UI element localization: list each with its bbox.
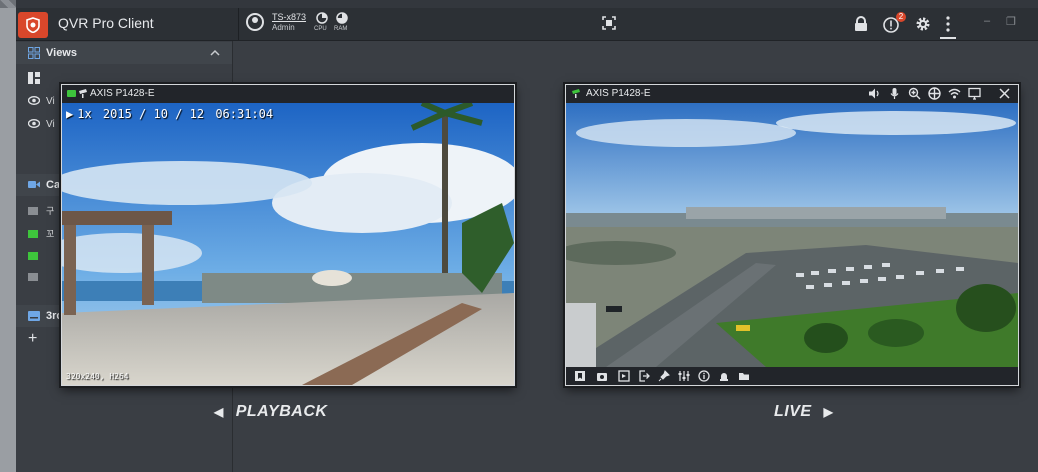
snapshot-icon[interactable] xyxy=(596,370,608,382)
view-item-1[interactable]: Vi xyxy=(46,96,55,107)
bookmark-icon[interactable] xyxy=(574,370,586,382)
camera-name: AXIS P1428-E xyxy=(586,88,651,99)
instant-playback-icon[interactable] xyxy=(618,370,630,382)
camera-status-icon xyxy=(28,207,38,215)
adjust-icon[interactable] xyxy=(678,370,690,382)
playback-video[interactable]: ▶ 1x 2015 / 10 / 12 06:31:04 320x240, H26… xyxy=(62,103,514,385)
user-icon[interactable] xyxy=(246,13,264,31)
export-icon[interactable] xyxy=(638,370,650,382)
playback-date: 2015 / 10 / 12 xyxy=(102,107,205,121)
add-icon[interactable]: + xyxy=(28,331,37,347)
recording-status-icon xyxy=(28,252,38,260)
gear-icon[interactable] xyxy=(914,15,932,33)
ram-label: RAM xyxy=(334,26,348,32)
folder-icon[interactable] xyxy=(738,370,750,382)
camera-item-2[interactable]: 꼬 xyxy=(46,227,54,240)
info-icon[interactable] xyxy=(698,370,710,382)
title-bar: QVR Pro Client TS-x873 Admin CPU RAM 2 –… xyxy=(16,8,1038,41)
playback-header: AXIS P1428-E xyxy=(62,85,514,103)
cpu-gauge-icon xyxy=(316,12,328,24)
eye-icon xyxy=(28,119,40,128)
menu-underline xyxy=(940,37,956,39)
wifi-icon[interactable] xyxy=(948,87,961,100)
playback-speed: 1x xyxy=(77,107,92,121)
app-title: QVR Pro Client xyxy=(58,15,154,31)
notification-badge: 2 xyxy=(896,12,906,22)
views-label: Views xyxy=(46,47,77,59)
app-window: QVR Pro Client TS-x873 Admin CPU RAM 2 –… xyxy=(16,0,1038,472)
storage-icon xyxy=(28,311,40,321)
more-menu-icon[interactable] xyxy=(939,15,957,33)
grid-icon xyxy=(28,47,40,59)
playback-window[interactable]: AXIS P1428-E ▶ 1x 2015 / 10 / 12 06:31:0… xyxy=(61,84,515,386)
playback-scene xyxy=(62,103,514,385)
playback-caption: ◀ PLAYBACK xyxy=(214,403,328,420)
server-name[interactable]: TS-x873 xyxy=(272,12,306,22)
lock-icon[interactable] xyxy=(852,15,870,33)
chevron-up-icon[interactable] xyxy=(210,49,220,57)
recording-indicator-icon xyxy=(67,90,76,97)
speaker-icon[interactable] xyxy=(868,87,881,100)
views-section-header[interactable]: Views xyxy=(16,42,232,64)
live-window[interactable]: AXIS P1428-E xyxy=(565,84,1019,386)
triangle-left-icon: ◀ xyxy=(214,405,224,419)
ptz-icon[interactable] xyxy=(928,87,941,100)
playback-osd: ▶ 1x 2015 / 10 / 12 06:31:04 xyxy=(66,107,277,121)
recording-status-icon xyxy=(28,230,38,238)
playback-time: 06:31:04 xyxy=(215,107,274,121)
alarm-icon[interactable] xyxy=(718,370,730,382)
eye-icon xyxy=(28,96,40,105)
zoom-icon[interactable] xyxy=(908,87,921,100)
live-caption: LIVE ▶ xyxy=(774,403,834,420)
camera-status-icon xyxy=(28,273,38,281)
close-icon[interactable] xyxy=(998,87,1011,100)
play-icon[interactable]: ▶ xyxy=(66,107,73,121)
camera-item-1[interactable]: 구 xyxy=(46,204,54,217)
cctv-icon xyxy=(79,89,87,98)
live-header: AXIS P1428-E xyxy=(566,85,1018,103)
user-role: Admin xyxy=(272,23,295,32)
live-toolbar xyxy=(566,367,1018,385)
ram-gauge-icon xyxy=(336,12,348,24)
divider xyxy=(238,8,239,40)
cctv-icon xyxy=(572,89,580,98)
live-video[interactable] xyxy=(566,103,1018,367)
triangle-right-icon: ▶ xyxy=(823,405,834,419)
popout-icon[interactable] xyxy=(968,87,981,100)
camera-name: AXIS P1428-E xyxy=(90,88,155,99)
qvr-logo-icon xyxy=(18,12,48,38)
microphone-icon[interactable] xyxy=(888,87,901,100)
fullscreen-icon[interactable] xyxy=(602,16,616,30)
minimize-button[interactable]: – xyxy=(984,15,990,27)
camera-icon xyxy=(28,181,40,188)
cameras-label: Ca xyxy=(46,179,61,191)
layout-icon[interactable] xyxy=(28,72,40,84)
pin-icon[interactable] xyxy=(658,370,670,382)
stream-resolution: 320x240, H264 xyxy=(66,372,129,381)
live-scene xyxy=(566,103,1018,367)
maximize-button[interactable]: ❐ xyxy=(1006,15,1016,28)
cpu-label: CPU xyxy=(314,26,327,32)
view-item-2[interactable]: Vi xyxy=(46,119,55,130)
